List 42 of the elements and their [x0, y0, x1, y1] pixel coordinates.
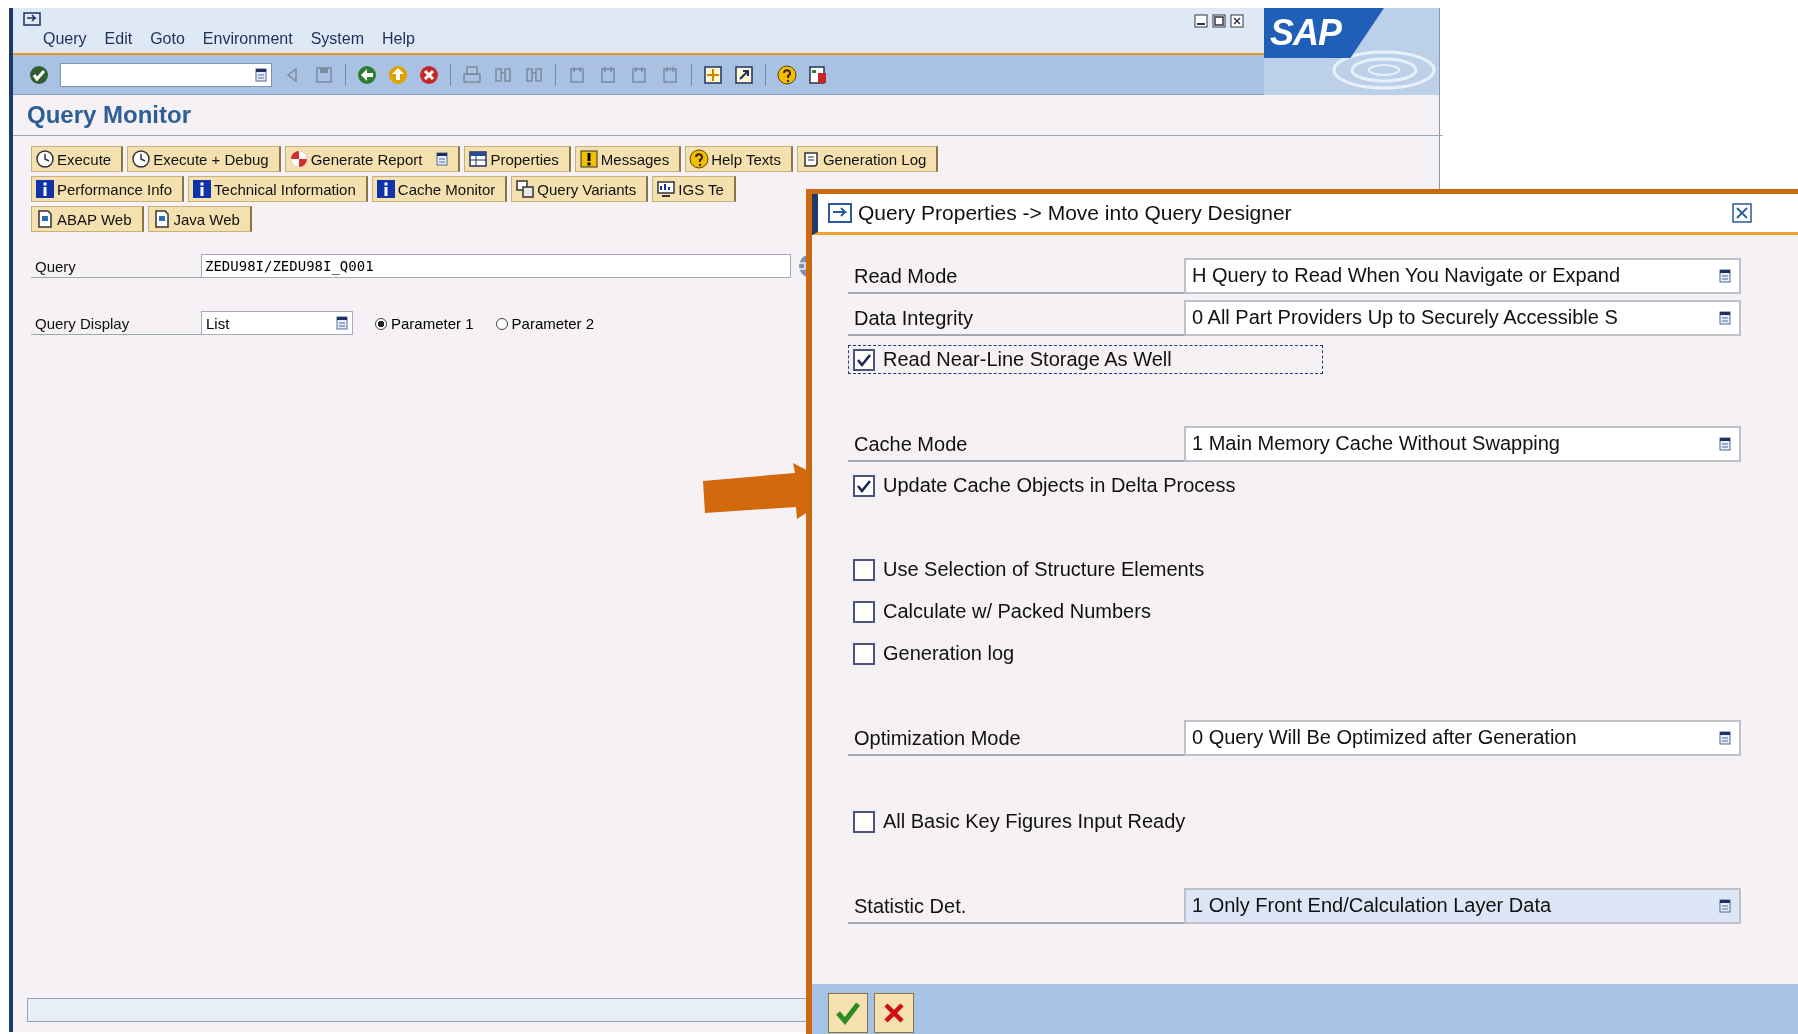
- toolbar-button[interactable]: Technical Information: [188, 176, 368, 202]
- dropdown-field[interactable]: 0 Query Will Be Optimized after Generation: [1184, 719, 1741, 756]
- toolbar-button[interactable]: Execute + Debug: [127, 146, 281, 172]
- checkbox-option[interactable]: Generation log: [848, 639, 1166, 668]
- toolbar-button[interactable]: ABAP Web: [31, 206, 144, 232]
- menu-item[interactable]: Environment: [202, 30, 293, 48]
- checkbox-option[interactable]: Read Near-Line Storage As Well: [848, 345, 1323, 374]
- toolbar-button[interactable]: Generate Report: [284, 146, 461, 172]
- toolbar-button[interactable]: IGS Te: [652, 176, 736, 202]
- toolbar-button[interactable]: Java Web: [147, 206, 252, 232]
- dialog-title: Query Properties -> Move into Query Designer: [858, 201, 1292, 225]
- checkbox-option[interactable]: All Basic Key Figures Input Ready: [848, 807, 1337, 836]
- dropdown-field[interactable]: H Query to Read When You Navigate or Expand: [1184, 257, 1741, 294]
- dropdown-field[interactable]: 0 All Part Providers Up to Securely Accessible S: [1184, 299, 1741, 336]
- dropdown-field[interactable]: 1 Main Memory Cache Without Swapping: [1184, 425, 1741, 462]
- field-label: Cache Mode: [848, 427, 1184, 462]
- radio-option[interactable]: Parameter 1: [375, 315, 474, 332]
- toolbar-button[interactable]: Generation Log: [796, 146, 939, 172]
- dropdown-field[interactable]: 1 Only Front End/Calculation Layer Data: [1184, 887, 1741, 924]
- field-label: Optimization Mode: [848, 721, 1184, 756]
- query-display-dropdown[interactable]: List: [201, 311, 353, 335]
- page-title: Query Monitor: [13, 95, 1443, 136]
- field-label: Read Mode: [848, 259, 1184, 294]
- menu-item[interactable]: Edit: [104, 30, 133, 48]
- radio-option[interactable]: Parameter 2: [495, 315, 595, 332]
- checkbox-option[interactable]: Calculate w/ Packed Numbers: [848, 597, 1302, 626]
- checkbox-option[interactable]: Update Cache Objects in Delta Process: [848, 471, 1387, 500]
- toolbar-button[interactable]: Execute: [31, 146, 124, 172]
- toolbar-button[interactable]: Messages: [574, 146, 682, 172]
- checkbox-option[interactable]: Use Selection of Structure Elements: [848, 555, 1356, 584]
- toolbar-button[interactable]: Properties: [464, 146, 571, 172]
- menu-item[interactable]: System: [310, 30, 364, 48]
- toolbar-button[interactable]: Cache Monitor: [371, 176, 508, 202]
- toolbar-button[interactable]: Performance Info: [31, 176, 185, 202]
- toolbar-button[interactable]: Query Variants: [511, 176, 649, 202]
- menu-item[interactable]: Query: [43, 30, 87, 48]
- query-field[interactable]: ZEDU98I/ZEDU98I_Q001: [201, 254, 791, 278]
- field-label: Data Integrity: [848, 301, 1184, 336]
- field-label: Statistic Det.: [848, 889, 1184, 924]
- menu-item[interactable]: Goto: [150, 30, 185, 48]
- menu-item[interactable]: Help: [382, 30, 415, 48]
- toolbar-button[interactable]: Help Texts: [685, 146, 793, 172]
